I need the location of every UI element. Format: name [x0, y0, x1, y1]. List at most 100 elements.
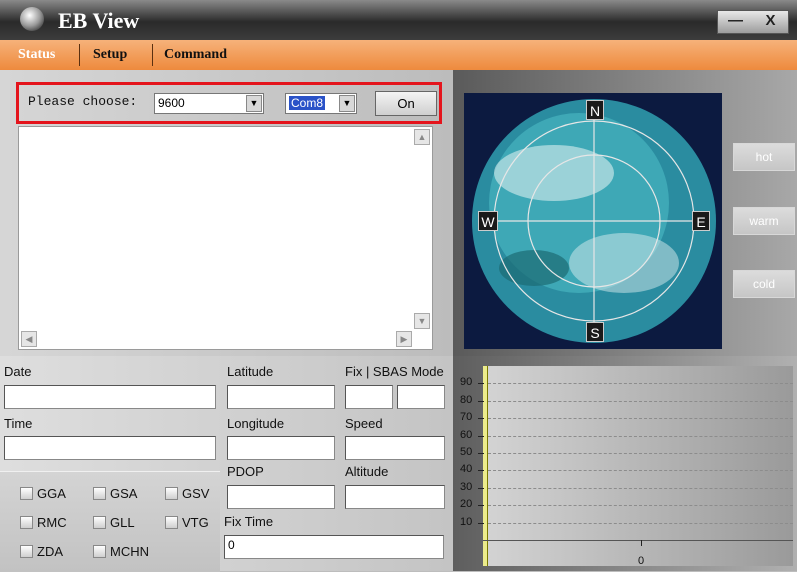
- scroll-left-icon[interactable]: ◀: [21, 331, 37, 347]
- checkbox-gsv[interactable]: GSV: [165, 486, 209, 501]
- nmea-console[interactable]: ▲ ▼ ◀ ▶: [18, 126, 433, 350]
- checkbox-box: [93, 516, 106, 529]
- speed-field[interactable]: [345, 436, 445, 460]
- y-tick-label: 90: [460, 376, 473, 389]
- checkbox-box: [165, 516, 178, 529]
- time-field[interactable]: [4, 436, 216, 460]
- compass-east-label: E: [692, 211, 710, 231]
- checkbox-gsa[interactable]: GSA: [93, 486, 137, 501]
- checkbox-rmc[interactable]: RMC: [20, 515, 67, 530]
- sky-view-frame: N S W E: [464, 93, 722, 349]
- y-tick-mark: [478, 400, 484, 402]
- checkbox-zda[interactable]: ZDA: [20, 544, 63, 559]
- longitude-label: Longitude: [227, 416, 285, 431]
- baud-rate-value: 9600: [158, 96, 185, 110]
- com-port-select[interactable]: Com8 ▼: [285, 93, 357, 114]
- chart-gridline: [488, 418, 793, 420]
- tab-command[interactable]: Command: [164, 47, 227, 63]
- close-button[interactable]: X: [753, 11, 788, 33]
- chart-gridline: [488, 522, 793, 524]
- checkbox-gll[interactable]: GLL: [93, 515, 135, 530]
- y-tick-mark: [478, 470, 484, 472]
- chevron-down-icon: ▼: [339, 95, 355, 112]
- chevron-down-icon: ▼: [246, 95, 262, 112]
- y-tick-mark: [478, 435, 484, 437]
- tab-status[interactable]: Status: [18, 47, 55, 63]
- latitude-label: Latitude: [227, 364, 274, 379]
- y-tick-label: 40: [460, 463, 473, 476]
- chart-gridline: [488, 435, 793, 437]
- minimize-button[interactable]: —: [718, 11, 753, 33]
- compass-north-label: N: [586, 100, 604, 120]
- fix-time-field[interactable]: 0: [224, 535, 444, 559]
- y-tick-label: 80: [460, 393, 473, 406]
- compass-south-label: S: [586, 322, 604, 342]
- checkbox-box: [93, 545, 106, 558]
- baud-rate-select[interactable]: 9600 ▼: [154, 93, 264, 114]
- speed-label: Speed: [345, 416, 383, 431]
- com-port-value: Com8: [289, 96, 326, 110]
- app-logo-icon: [20, 7, 44, 31]
- y-tick-label: 60: [460, 428, 473, 441]
- checkbox-vtg[interactable]: VTG: [165, 515, 209, 530]
- menu-divider: [79, 44, 80, 66]
- time-label: Time: [4, 416, 33, 431]
- satellite-sky-view: [472, 99, 716, 343]
- altitude-label: Altitude: [345, 464, 389, 479]
- chart-gridline: [488, 487, 793, 489]
- checkbox-box: [20, 516, 33, 529]
- checkbox-box: [165, 487, 178, 500]
- checkbox-mchn[interactable]: MCHN: [93, 544, 149, 559]
- checkbox-box: [20, 545, 33, 558]
- tab-setup[interactable]: Setup: [93, 47, 127, 63]
- x-tick-mark: [641, 540, 642, 546]
- checkbox-box: [20, 487, 33, 500]
- chart-gridline: [488, 505, 793, 507]
- signal-chart: [483, 366, 793, 566]
- y-tick-label: 50: [460, 446, 473, 458]
- scroll-up-icon[interactable]: ▲: [414, 129, 430, 145]
- date-field[interactable]: [4, 385, 216, 409]
- fix-mode-field[interactable]: [345, 385, 393, 409]
- checkbox-box: [93, 487, 106, 500]
- y-tick-mark: [478, 505, 484, 507]
- chart-gridline: [488, 400, 793, 402]
- chart-y-axis: [483, 366, 488, 566]
- y-tick-mark: [478, 418, 484, 420]
- altitude-field[interactable]: [345, 485, 445, 509]
- warm-start-button[interactable]: warm: [733, 207, 795, 235]
- hot-start-button[interactable]: hot: [733, 143, 795, 171]
- date-label: Date: [4, 364, 32, 379]
- cold-start-button[interactable]: cold: [733, 270, 795, 298]
- pdop-field[interactable]: [227, 485, 335, 509]
- latitude-field[interactable]: [227, 385, 335, 409]
- fix-time-label: Fix Time: [224, 514, 274, 529]
- chart-gridline: [488, 383, 793, 385]
- x-tick-label: 0: [638, 555, 645, 567]
- longitude-field[interactable]: [227, 436, 335, 460]
- fix-sbas-mode-label: Fix | SBAS Mode: [345, 364, 444, 379]
- y-tick-mark: [478, 522, 484, 524]
- y-tick-mark: [478, 383, 484, 385]
- on-button[interactable]: On: [375, 91, 437, 116]
- y-tick-label: 10: [460, 515, 473, 528]
- chart-gridline: [488, 470, 793, 472]
- sbas-mode-field[interactable]: [397, 385, 445, 409]
- compass-west-label: W: [478, 211, 498, 231]
- y-tick-label: 30: [460, 480, 473, 493]
- menu-bar: Status Setup Command: [0, 40, 797, 70]
- chart-gridline: [488, 453, 793, 454]
- checkbox-gga[interactable]: GGA: [20, 486, 66, 501]
- y-tick-label: 20: [460, 498, 473, 511]
- pdop-label: PDOP: [227, 464, 264, 479]
- port-prompt-label: Please choose:: [28, 94, 138, 109]
- window-controls: — X: [717, 10, 789, 34]
- y-tick-mark: [478, 487, 484, 489]
- scroll-down-icon[interactable]: ▼: [414, 313, 430, 329]
- title-bar: EB View — X: [0, 0, 797, 40]
- scroll-right-icon[interactable]: ▶: [396, 331, 412, 347]
- menu-divider: [152, 44, 153, 66]
- app-title: EB View: [58, 8, 140, 33]
- chart-x-axis: [483, 540, 793, 541]
- y-tick-mark: [478, 453, 484, 454]
